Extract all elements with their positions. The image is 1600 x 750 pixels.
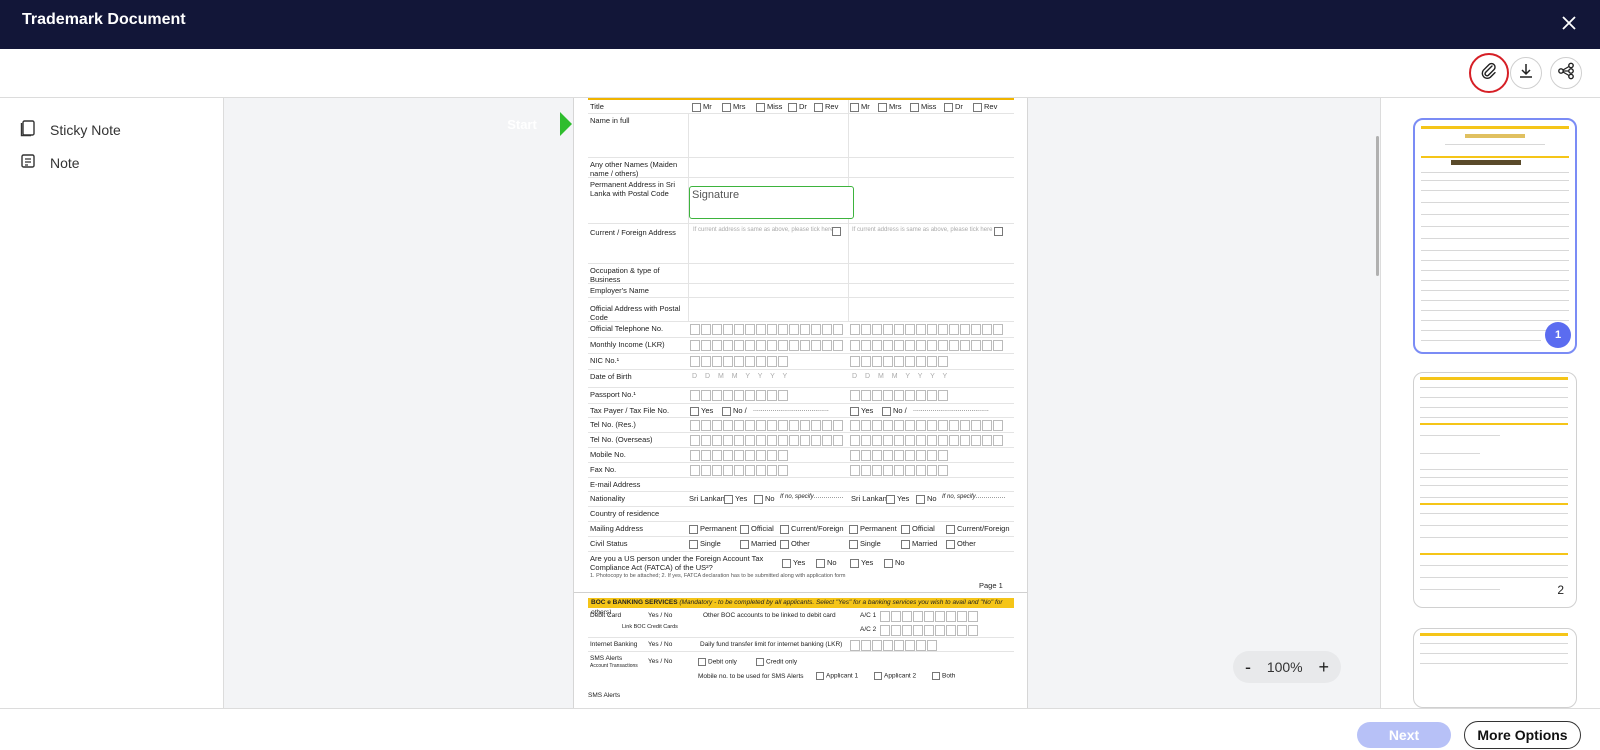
sidebar-item-label: Note: [50, 155, 80, 171]
page-thumbnail-2[interactable]: 2: [1413, 372, 1577, 608]
page-break: [574, 592, 1027, 593]
form-row-fatca: Are you a US person under the Foreign Ac…: [590, 554, 905, 572]
sidebar-item-note[interactable]: Note: [20, 152, 80, 174]
form-row-email: E-mail Address: [588, 478, 1014, 492]
form-row-tel-res: Tel No. (Res.): [588, 418, 1014, 433]
form-row-mailing: Mailing Address Permanent Official Curre…: [588, 522, 1014, 537]
title-option[interactable]: Dr: [788, 102, 807, 112]
title-option[interactable]: Rev: [973, 102, 997, 112]
window-title: Trademark Document: [22, 11, 186, 28]
form-row-other-names: Any other Names (Maiden name / others): [588, 158, 1014, 178]
form-row-official-tel: Official Telephone No.: [588, 322, 1014, 338]
form-row-occupation: Occupation & type of Business: [588, 264, 1014, 284]
zoom-control: - 100% +: [1233, 651, 1341, 683]
p2-cut-label: SMS Alerts: [588, 692, 621, 699]
form-row-employer: Employer's Name: [588, 284, 1014, 298]
start-arrow-icon: [560, 112, 572, 136]
title-bar: Trademark Document: [0, 0, 1600, 49]
annotation-sidebar: Sticky Note Note: [0, 98, 224, 708]
sidebar-item-sticky-note[interactable]: Sticky Note: [20, 119, 121, 141]
form-row-title: Title Mr Mrs Miss Dr Rev Mr Mrs Miss Dr …: [588, 100, 1014, 114]
note-icon: [20, 153, 36, 174]
page-number-label: Page 1: [979, 581, 1003, 590]
download-button[interactable]: [1510, 57, 1542, 89]
title-option[interactable]: Mrs: [878, 102, 902, 112]
field-label: Title: [590, 102, 604, 111]
page-thumbnail-1[interactable]: 1: [1413, 118, 1577, 354]
form-row-passport: Passport No.¹: [588, 388, 1014, 404]
zoom-in-button[interactable]: +: [1318, 657, 1329, 678]
sticky-note-icon: [20, 119, 36, 142]
ebanking-header: BOC e BANKING SERVICES (Mandatory - to b…: [588, 598, 1014, 616]
page-number-2: 2: [1557, 583, 1564, 597]
form-row-nic: NIC No.¹: [588, 354, 1014, 370]
form-row-taxpayer: Tax Payer / Tax File No. Yes No / ......…: [588, 404, 1014, 418]
title-option[interactable]: Mrs: [722, 102, 746, 112]
attach-button[interactable]: [1469, 53, 1509, 93]
signature-label: Signature: [692, 189, 740, 201]
form-row-nationality: Nationality Sri Lankan Yes No If no, spe…: [588, 492, 1014, 507]
share-button[interactable]: [1550, 57, 1582, 89]
current-page-badge: 1: [1545, 322, 1571, 348]
share-icon: [1556, 61, 1576, 86]
form-row-income: Monthly Income (LKR): [588, 338, 1014, 354]
zoom-level: 100%: [1266, 659, 1303, 675]
form-row-dob: Date of Birth D D M M Y Y Y Y D D M M Y …: [588, 370, 1014, 388]
signature-field[interactable]: Signature: [689, 186, 854, 219]
title-option[interactable]: Mr: [692, 102, 712, 112]
start-button[interactable]: Start: [484, 112, 572, 136]
form-row-mobile: Mobile No.: [588, 448, 1014, 463]
page-thumbnails: 1 2: [1380, 98, 1600, 708]
form-row-current-address: Current / Foreign Address If current add…: [588, 224, 1014, 264]
p2-row-sms: SMS Alerts Account Transactions Yes / No…: [590, 655, 956, 680]
form-row-country: Country of residence: [588, 507, 1014, 522]
same-address-checkbox[interactable]: [994, 227, 1003, 236]
title-option[interactable]: Rev: [814, 102, 838, 112]
title-option[interactable]: Dr: [944, 102, 963, 112]
form-row-civil-status: Civil Status Single Married Other Single…: [588, 537, 1014, 552]
form-row-name: Name in full: [588, 114, 1014, 158]
sidebar-item-label: Sticky Note: [50, 122, 121, 138]
form-row-tel-overseas: Tel No. (Overseas): [588, 433, 1014, 448]
footer-bar: Next More Options: [0, 708, 1600, 750]
form-row-fax: Fax No.: [588, 463, 1014, 478]
zoom-out-button[interactable]: -: [1245, 657, 1251, 678]
close-icon[interactable]: [1558, 12, 1580, 34]
title-option[interactable]: Miss: [910, 102, 936, 112]
page-footnote: 1. Photocopy to be attached; 2. If yes, …: [590, 573, 846, 579]
title-option[interactable]: Mr: [850, 102, 870, 112]
form-row-official-address: Official Address with Postal Code: [588, 298, 1014, 322]
same-address-checkbox[interactable]: [832, 227, 841, 236]
document-toolbar: [0, 49, 1600, 98]
paperclip-icon: [1479, 61, 1499, 86]
viewer-scrollbar[interactable]: [1376, 136, 1379, 276]
document-page: Title Mr Mrs Miss Dr Rev Mr Mrs Miss Dr …: [573, 98, 1028, 708]
document-viewer[interactable]: Start Title Mr Mrs Miss Dr Rev Mr Mrs Mi…: [224, 98, 1380, 708]
start-label: Start: [507, 116, 537, 132]
more-options-button[interactable]: More Options: [1464, 721, 1581, 749]
title-option[interactable]: Miss: [756, 102, 782, 112]
p2-row-debit: Debit Card Yes / No Other BOC accounts t…: [588, 610, 1014, 638]
p2-row-internet: Internet Banking Yes / No Daily fund tra…: [588, 638, 1014, 652]
page-thumbnail-3[interactable]: [1413, 628, 1577, 708]
next-button[interactable]: Next: [1357, 722, 1451, 748]
download-icon: [1517, 62, 1535, 85]
